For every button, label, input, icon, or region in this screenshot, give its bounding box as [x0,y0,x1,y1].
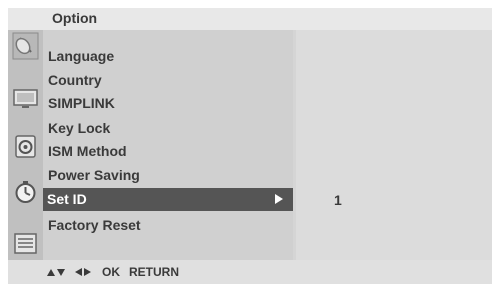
osd-menu: Option Language Country SIMPLINK Key Loc… [8,8,492,284]
arrow-right-icon [275,194,283,204]
arrow-down-icon [57,268,65,276]
return-hint: RETURN [129,265,179,279]
menu-item-key-lock[interactable]: Key Lock [48,120,110,136]
menu-item-ism-method[interactable]: ISM Method [48,143,127,159]
set-id-value[interactable]: 1 [334,192,342,208]
menu-item-set-id[interactable]: Set ID [43,188,293,211]
picture-icon[interactable] [12,83,39,111]
menu-item-factory-reset[interactable]: Factory Reset [48,217,141,233]
menu-item-simplink[interactable]: SIMPLINK [48,95,115,111]
arrow-right-nav-icon [84,268,91,276]
ok-hint: OK [102,265,120,279]
category-icon-bar [8,30,43,260]
menu-header: Option [8,8,492,30]
time-icon[interactable] [12,178,39,206]
option-list: Language Country SIMPLINK Key Lock ISM M… [43,30,293,260]
option-icon[interactable] [12,229,39,257]
audio-icon[interactable] [12,132,39,160]
satellite-dish-icon[interactable] [12,32,39,60]
menu-item-power-saving[interactable]: Power Saving [48,167,140,183]
menu-item-set-id-label: Set ID [47,191,87,207]
menu-item-language[interactable]: Language [48,48,114,64]
menu-item-country[interactable]: Country [48,72,102,88]
menu-title: Option [52,10,98,26]
navigation-hint-bar: OK RETURN [8,260,492,284]
arrow-left-icon [75,268,82,276]
arrow-up-icon [47,268,55,276]
navigation-hint: OK RETURN [47,265,179,279]
value-panel: 1 [296,30,492,260]
